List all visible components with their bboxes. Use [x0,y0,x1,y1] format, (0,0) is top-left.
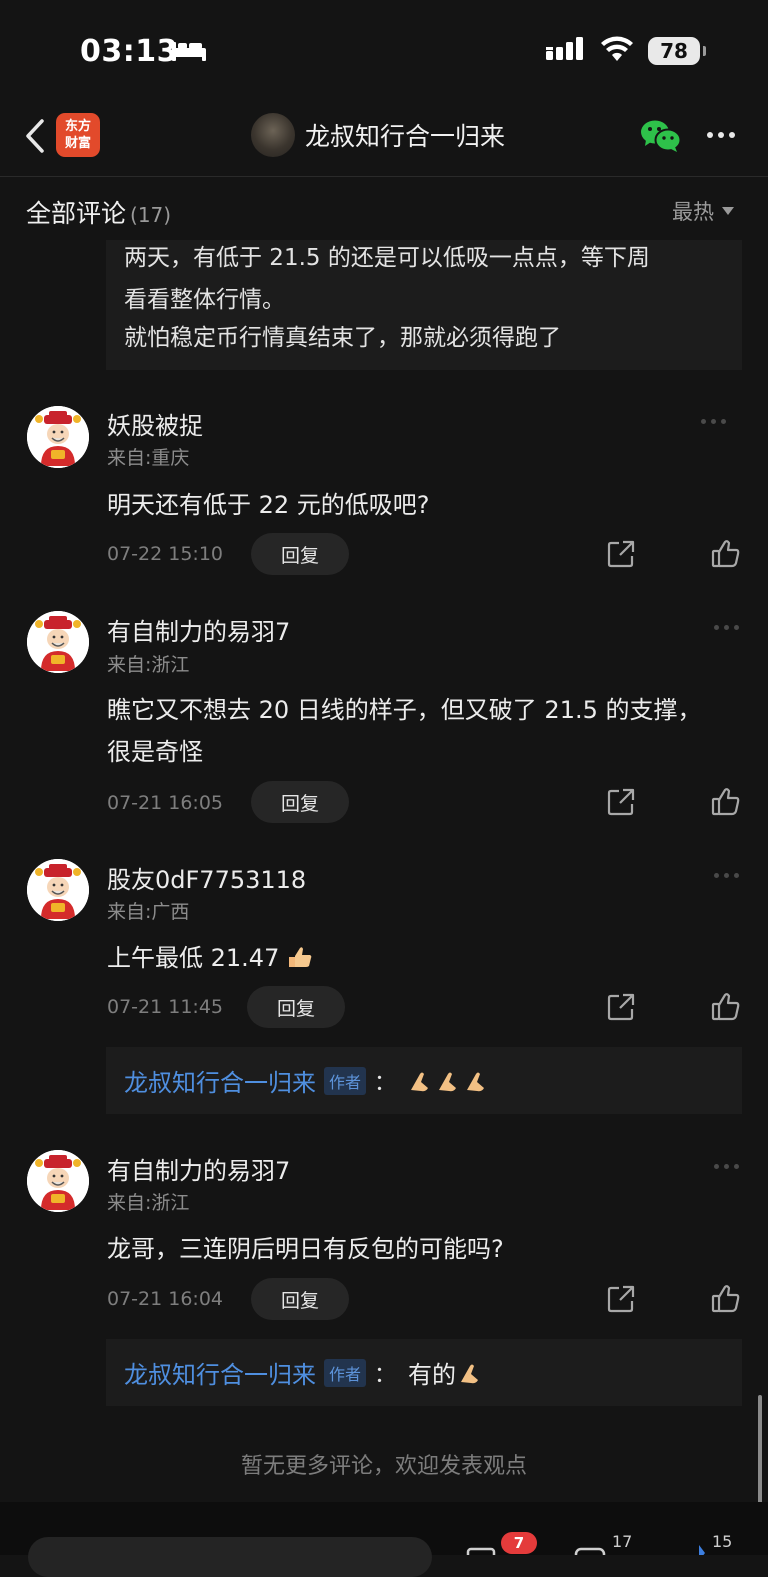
username[interactable]: 有自制力的易羽7 [107,612,290,647]
logo-line2: 财富 [64,136,91,151]
author-avatar[interactable] [251,113,295,157]
avatar[interactable] [27,611,89,673]
like-icon[interactable] [711,992,741,1022]
location: 来自:浙江 [107,654,190,676]
location: 来自:广西 [107,901,190,923]
author-reply-box[interactable]: 龙叔知行合一归来 作者 ： 有的 [106,1339,742,1406]
like-icon[interactable] [711,539,741,569]
reply-button[interactable]: 回复 [247,986,345,1028]
edit-icon[interactable] [466,1546,500,1555]
status-icons: 78 [546,36,706,66]
comment-text: 上午最低 21.47 [107,938,313,975]
comment-text: 明天还有低于 22 元的低吸吧? [107,491,430,519]
reply-text-line: 就怕稳定币行情真结束了，那就必须得跑了 [124,325,561,351]
caret-down-icon [722,207,734,215]
chevron-left-icon [26,119,44,153]
author-name[interactable]: 龙叔知行合一归来 [124,1063,316,1098]
comment-text-value: 上午最低 21.47 [107,944,280,972]
location: 来自:重庆 [107,447,190,469]
app-logo[interactable]: 东方 财富 [56,113,100,157]
author-name[interactable]: 龙叔知行合一归来 [124,1355,316,1390]
share-icon[interactable] [606,1284,636,1314]
reply-box: 两天，有低于 21.5 的还是可以低吸一点点，等下周 看看整体行情。 就怕稳定币… [106,240,742,370]
username[interactable]: 妖股被捉 [107,406,203,441]
username[interactable]: 有自制力的易羽7 [107,1151,290,1186]
author-tag: 作者 [324,1066,367,1095]
avatar[interactable] [27,859,89,921]
comment-icon[interactable] [574,1546,608,1555]
comment-text: 很是奇怪 [107,738,203,766]
reply-button[interactable]: 回复 [251,781,349,823]
thumbs-up-emoji-icon [287,945,313,975]
comment-text: 瞧它又不想去 20 日线的样子，但又破了 21.5 的支撑， [107,696,702,724]
share-icon[interactable] [606,539,636,569]
notification-badge: 7 [501,1532,537,1554]
comments-title: 全部评论 [26,199,127,228]
back-button[interactable] [22,118,50,154]
location: 来自:浙江 [107,1192,190,1214]
logo-line1: 东方 [64,119,91,134]
reply-button[interactable]: 回复 [251,1278,349,1320]
reply-colon: ： [374,1362,397,1388]
reply-button[interactable]: 回复 [251,533,349,575]
share-icon[interactable] [606,787,636,817]
comment-more-icon[interactable] [714,1164,739,1169]
comment-more-icon[interactable] [701,419,726,424]
comment-time: 07-21 16:04 [107,1288,224,1310]
author-reply-box[interactable]: 龙叔知行合一归来 作者 ： [106,1047,742,1114]
battery-indicator: 78 [648,37,706,65]
folded-hands-emoji-icon [458,1360,486,1386]
comment-time: 07-21 11:45 [107,996,224,1018]
wifi-icon [600,36,634,66]
like-icon[interactable] [711,787,741,817]
comments-header: 全部评论 (17) [26,194,171,230]
username[interactable]: 股友0dF7753118 [107,860,306,895]
reply-colon: ： [374,1070,397,1096]
comment-count: 17 [612,1532,633,1551]
reply-text-line: 看看整体行情。 [124,287,285,313]
author-reply-text: 有的 [408,1361,457,1389]
like-count: 15 [712,1532,733,1551]
more-options-icon[interactable] [707,132,735,138]
signal-icon [546,37,586,65]
no-more-comments-text: 暂无更多评论，欢迎发表观点 [240,1454,527,1479]
author-tag: 作者 [324,1358,367,1387]
wechat-share-icon[interactable] [640,118,682,154]
bed-icon [171,40,207,66]
page-title[interactable]: 龙叔知行合一归来 [305,117,505,153]
comment-time: 07-21 16:05 [107,792,224,814]
comment-more-icon[interactable] [714,873,739,878]
comment-time: 07-22 15:10 [107,543,224,565]
comment-input[interactable] [28,1537,432,1577]
comment-more-icon[interactable] [714,625,739,630]
share-icon[interactable] [606,992,636,1022]
folded-hands-emoji-icon [408,1068,492,1094]
like-icon[interactable] [711,1284,741,1314]
comments-count: (17) [130,203,172,227]
avatar[interactable] [27,1150,89,1212]
status-time: 03:13 [80,34,178,69]
sort-dropdown[interactable]: 最热 [672,196,734,226]
nav-divider [0,176,768,177]
comment-text: 龙哥，三连阴后明日有反包的可能吗? [107,1235,504,1263]
reply-text-line: 两天，有低于 21.5 的还是可以低吸一点点，等下周 [124,245,650,271]
avatar[interactable] [27,406,89,468]
sort-label: 最热 [672,200,714,224]
like-bottom-icon[interactable] [685,1543,713,1555]
